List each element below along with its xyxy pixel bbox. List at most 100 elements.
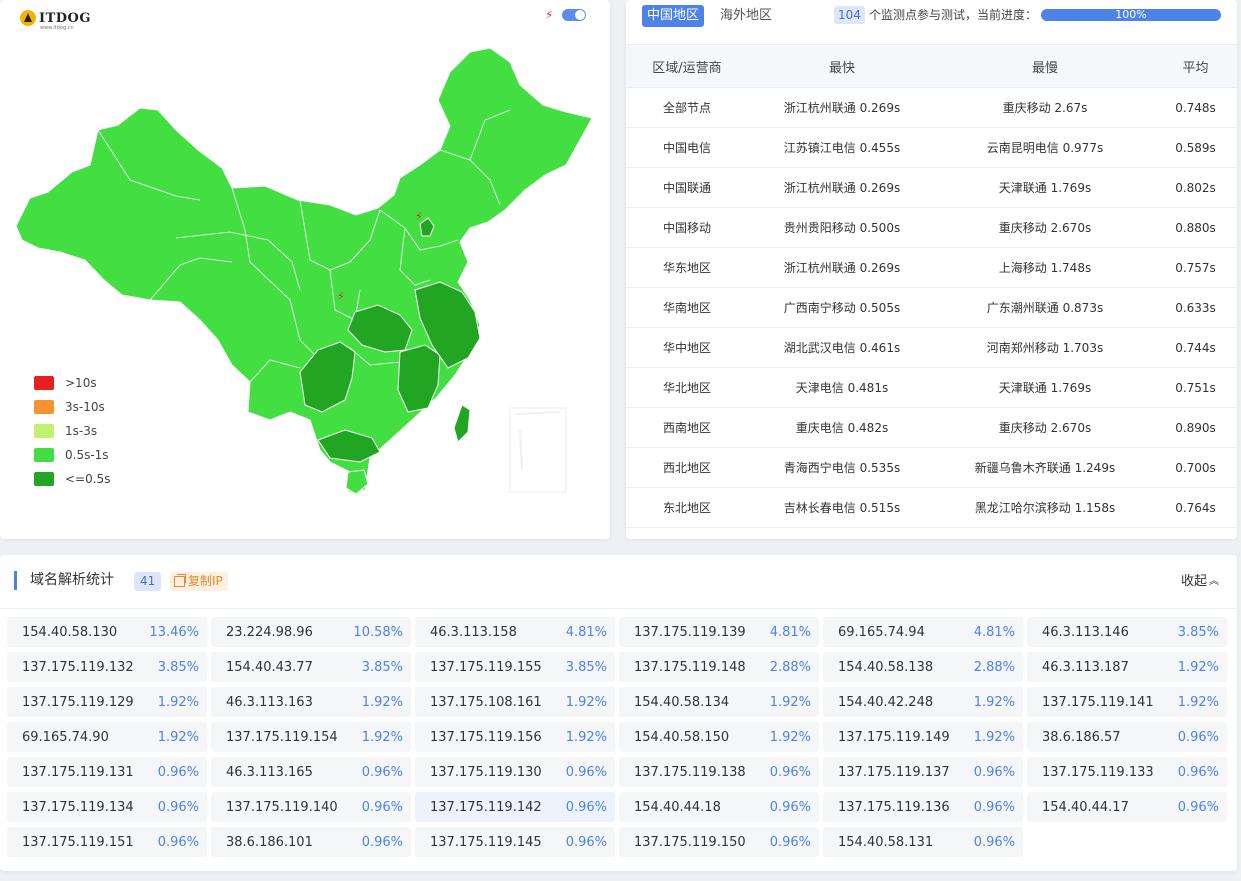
table-cell: 广西南宁移动 0.505s — [748, 287, 936, 328]
legend-swatch — [34, 376, 54, 390]
ip-address: 38.6.186.57 — [1042, 729, 1121, 745]
ip-cell[interactable]: 137.175.119.149 1.92% — [823, 722, 1023, 752]
table-cell: 浙江杭州联通 0.269s — [748, 167, 936, 208]
ip-cell[interactable]: 46.3.113.163 1.92% — [211, 687, 411, 717]
legend-item: 3s-10s — [34, 395, 110, 419]
ip-address: 154.40.42.248 — [838, 694, 934, 710]
ip-cell[interactable]: 137.175.119.136 0.96% — [823, 792, 1023, 822]
ip-address: 137.175.108.161 — [430, 694, 542, 710]
table-cell: 中国移动 — [626, 207, 748, 248]
ip-cell[interactable]: 154.40.43.77 3.85% — [211, 652, 411, 682]
ip-cell[interactable]: 46.3.113.187 1.92% — [1027, 652, 1227, 682]
copy-ip-button[interactable]: 复制IP — [170, 572, 228, 591]
ip-cell[interactable]: 154.40.44.17 0.96% — [1027, 792, 1227, 822]
ip-cell[interactable]: 69.165.74.90 1.92% — [7, 722, 207, 752]
ip-address: 154.40.58.134 — [634, 694, 730, 710]
ip-address: 137.175.119.129 — [22, 694, 134, 710]
ip-percentage: 0.96% — [1177, 729, 1219, 745]
ip-cell[interactable]: 154.40.58.134 1.92% — [619, 687, 819, 717]
table-cell: 0.880s — [1154, 207, 1237, 248]
node-count-badge: 104 — [834, 6, 865, 24]
table-cell: 中国联通 — [626, 167, 748, 208]
tab-overseas[interactable]: 海外地区 — [720, 5, 772, 27]
ip-cell[interactable]: 137.175.119.151 0.96% — [7, 827, 207, 857]
ip-percentage: 13.46% — [149, 624, 199, 640]
ip-cell[interactable]: 154.40.44.18 0.96% — [619, 792, 819, 822]
ip-cell[interactable]: 137.175.119.154 1.92% — [211, 722, 411, 752]
ip-cell[interactable]: 46.3.113.158 4.81% — [415, 617, 615, 647]
ip-percentage: 0.96% — [361, 764, 403, 780]
ip-percentage: 2.88% — [973, 659, 1015, 675]
ip-cell[interactable]: 23.224.98.96 10.58% — [211, 617, 411, 647]
ip-cell[interactable]: 46.3.113.146 3.85% — [1027, 617, 1227, 647]
ip-cell[interactable]: 46.3.113.165 0.96% — [211, 757, 411, 787]
ip-percentage: 0.96% — [769, 764, 811, 780]
ip-cell[interactable]: 137.175.119.156 1.92% — [415, 722, 615, 752]
copy-ip-label: 复制IP — [188, 574, 223, 588]
ip-cell[interactable]: 137.175.119.150 0.96% — [619, 827, 819, 857]
ip-percentage: 1.92% — [973, 729, 1015, 745]
ip-cell[interactable]: 137.175.119.139 4.81% — [619, 617, 819, 647]
ip-address: 46.3.113.146 — [1042, 624, 1129, 640]
ip-percentage: 0.96% — [973, 764, 1015, 780]
ip-address: 154.40.44.18 — [634, 799, 721, 815]
ip-percentage: 0.96% — [157, 799, 199, 815]
ip-percentage: 0.96% — [973, 834, 1015, 850]
ip-cell[interactable]: 137.175.119.130 0.96% — [415, 757, 615, 787]
table-cell: 天津联通 1.769s — [936, 167, 1154, 208]
table-cell: 云南昆明电信 0.977s — [936, 127, 1154, 168]
ip-percentage: 3.85% — [1177, 624, 1219, 640]
ip-cell[interactable]: 154.40.58.138 2.88% — [823, 652, 1023, 682]
ip-cell[interactable]: 137.175.119.133 0.96% — [1027, 757, 1227, 787]
ip-address: 137.175.119.136 — [838, 799, 950, 815]
table-cell: 0.748s — [1154, 87, 1237, 128]
ip-address: 137.175.119.154 — [226, 729, 338, 745]
ip-address: 46.3.113.158 — [430, 624, 517, 640]
table-cell: 江苏镇江电信 0.455s — [748, 127, 936, 168]
ip-cell[interactable]: 137.175.119.131 0.96% — [7, 757, 207, 787]
legend-label: <=0.5s — [65, 472, 111, 486]
ip-address: 137.175.119.137 — [838, 764, 950, 780]
ip-cell[interactable]: 137.175.108.161 1.92% — [415, 687, 615, 717]
ip-cell[interactable]: 137.175.119.132 3.85% — [7, 652, 207, 682]
ip-cell[interactable]: 137.175.119.138 0.96% — [619, 757, 819, 787]
ip-cell[interactable]: 154.40.58.150 1.92% — [619, 722, 819, 752]
ip-cell[interactable]: 69.165.74.94 4.81% — [823, 617, 1023, 647]
legend-label: 3s-10s — [65, 400, 105, 414]
ip-cell[interactable]: 154.40.42.248 1.92% — [823, 687, 1023, 717]
table-cell: 黑龙江哈尔滨移动 1.158s — [936, 487, 1154, 528]
table-row: 全部节点 浙江杭州联通 0.269s 重庆移动 2.67s 0.748s — [626, 87, 1237, 128]
ip-cell[interactable]: 137.175.119.141 1.92% — [1027, 687, 1227, 717]
table-cell: 0.454s — [1154, 527, 1237, 539]
ip-address: 23.224.98.96 — [226, 624, 313, 640]
ip-cell[interactable]: 137.175.119.134 0.96% — [7, 792, 207, 822]
dns-title: 域名解析统计 — [30, 572, 114, 588]
table-row: 中国电信 江苏镇江电信 0.455s 云南昆明电信 0.977s 0.589s — [626, 127, 1237, 168]
ip-percentage: 1.92% — [1177, 694, 1219, 710]
ip-cell[interactable]: 38.6.186.57 0.96% — [1027, 722, 1227, 752]
ip-address: 137.175.119.138 — [634, 764, 746, 780]
ip-cell[interactable]: 137.175.119.145 0.96% — [415, 827, 615, 857]
ip-cell[interactable]: 137.175.119.137 0.96% — [823, 757, 1023, 787]
ip-cell[interactable]: 154.40.58.131 0.96% — [823, 827, 1023, 857]
ip-cell[interactable]: 38.6.186.101 0.96% — [211, 827, 411, 857]
table-cell: 重庆移动 2.67s — [936, 87, 1154, 128]
table-cell: 河南郑州移动 1.703s — [936, 327, 1154, 368]
ip-address: 137.175.119.140 — [226, 799, 338, 815]
ip-cell[interactable]: 137.175.119.129 1.92% — [7, 687, 207, 717]
title-accent-bar — [14, 571, 17, 590]
ip-address: 137.175.119.131 — [22, 764, 134, 780]
tab-china[interactable]: 中国地区 — [642, 5, 705, 27]
ip-cell[interactable]: 137.175.119.148 2.88% — [619, 652, 819, 682]
ip-cell[interactable]: 137.175.119.140 0.96% — [211, 792, 411, 822]
table-cell: 青海西宁电信 0.535s — [748, 447, 936, 488]
ip-cell[interactable]: 137.175.119.155 3.85% — [415, 652, 615, 682]
table-cell: 天津联通 1.769s — [936, 367, 1154, 408]
table-cell: 重庆移动 2.670s — [936, 407, 1154, 448]
ip-address: 154.40.58.138 — [838, 659, 934, 675]
table-row: 华北地区 天津电信 0.481s 天津联通 1.769s 0.751s — [626, 367, 1237, 408]
collapse-button[interactable]: 收起 ︽ — [1181, 572, 1219, 591]
table-row: 东北地区 吉林长春电信 0.515s 黑龙江哈尔滨移动 1.158s 0.764s — [626, 487, 1237, 528]
ip-cell[interactable]: 154.40.58.130 13.46% — [7, 617, 207, 647]
ip-cell[interactable]: 137.175.119.142 0.96% — [415, 792, 615, 822]
